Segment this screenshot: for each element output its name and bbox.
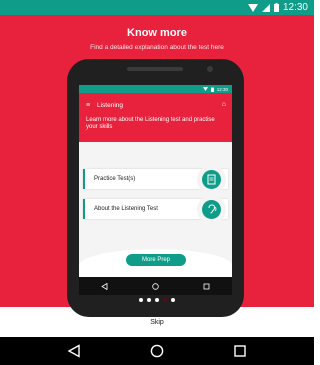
phone-speaker <box>127 67 183 71</box>
inner-nav-bar <box>79 277 232 295</box>
page-dot[interactable] <box>139 298 143 302</box>
battery-icon <box>273 3 279 12</box>
skip-button[interactable]: Skip <box>0 319 314 326</box>
onboarding-hero: Know more Find a detailed explanation ab… <box>0 15 314 317</box>
about-listening-card: About the Listening Test <box>83 199 228 219</box>
inner-battery-icon <box>210 87 214 92</box>
phone-screen: 12:30 ≡ Listening ⌂ Learn more about the… <box>79 85 232 295</box>
phone-mockup: 12:30 ≡ Listening ⌂ Learn more about the… <box>67 59 244 317</box>
wifi-icon <box>247 3 258 12</box>
status-bar: 12:30 <box>0 0 314 15</box>
page-dot-active[interactable] <box>163 298 167 302</box>
more-prep-button: More Prep <box>126 254 186 266</box>
back-icon[interactable] <box>67 344 81 358</box>
inner-header-title: Listening <box>97 102 124 109</box>
more-prep-panel: More Prep <box>79 249 232 277</box>
recents-icon[interactable] <box>233 344 247 358</box>
page-dot[interactable] <box>155 298 159 302</box>
inner-back-icon <box>101 282 108 290</box>
inner-recents-icon <box>203 283 210 289</box>
inner-header-description: Learn more about the Listening test and … <box>86 117 215 130</box>
home-icon: ⌂ <box>221 101 226 108</box>
inner-header: ≡ Listening ⌂ Learn more about the Liste… <box>79 93 232 142</box>
system-nav-bar <box>0 337 314 365</box>
cell-signal-icon <box>261 3 270 12</box>
document-icon <box>202 169 221 189</box>
ear-icon <box>202 199 221 219</box>
status-time: 12:30 <box>282 2 308 13</box>
page-indicator <box>0 298 314 302</box>
hero-subtitle: Find a detailed explanation about the te… <box>90 44 224 51</box>
inner-wifi-icon <box>202 87 208 91</box>
inner-status-time: 12:30 <box>216 86 228 92</box>
phone-camera <box>207 66 213 72</box>
practice-tests-card: Practice Test(s) <box>83 169 228 189</box>
inner-home-circle-icon <box>152 282 159 290</box>
hero-title: Know more <box>127 27 187 39</box>
about-listening-label: About the Listening Test <box>94 206 158 212</box>
inner-status-bar: 12:30 <box>79 85 232 93</box>
page-dot[interactable] <box>171 298 175 302</box>
home-circle-icon[interactable] <box>150 344 164 358</box>
menu-icon: ≡ <box>86 102 91 109</box>
page-dot[interactable] <box>147 298 151 302</box>
practice-tests-label: Practice Test(s) <box>94 176 136 182</box>
